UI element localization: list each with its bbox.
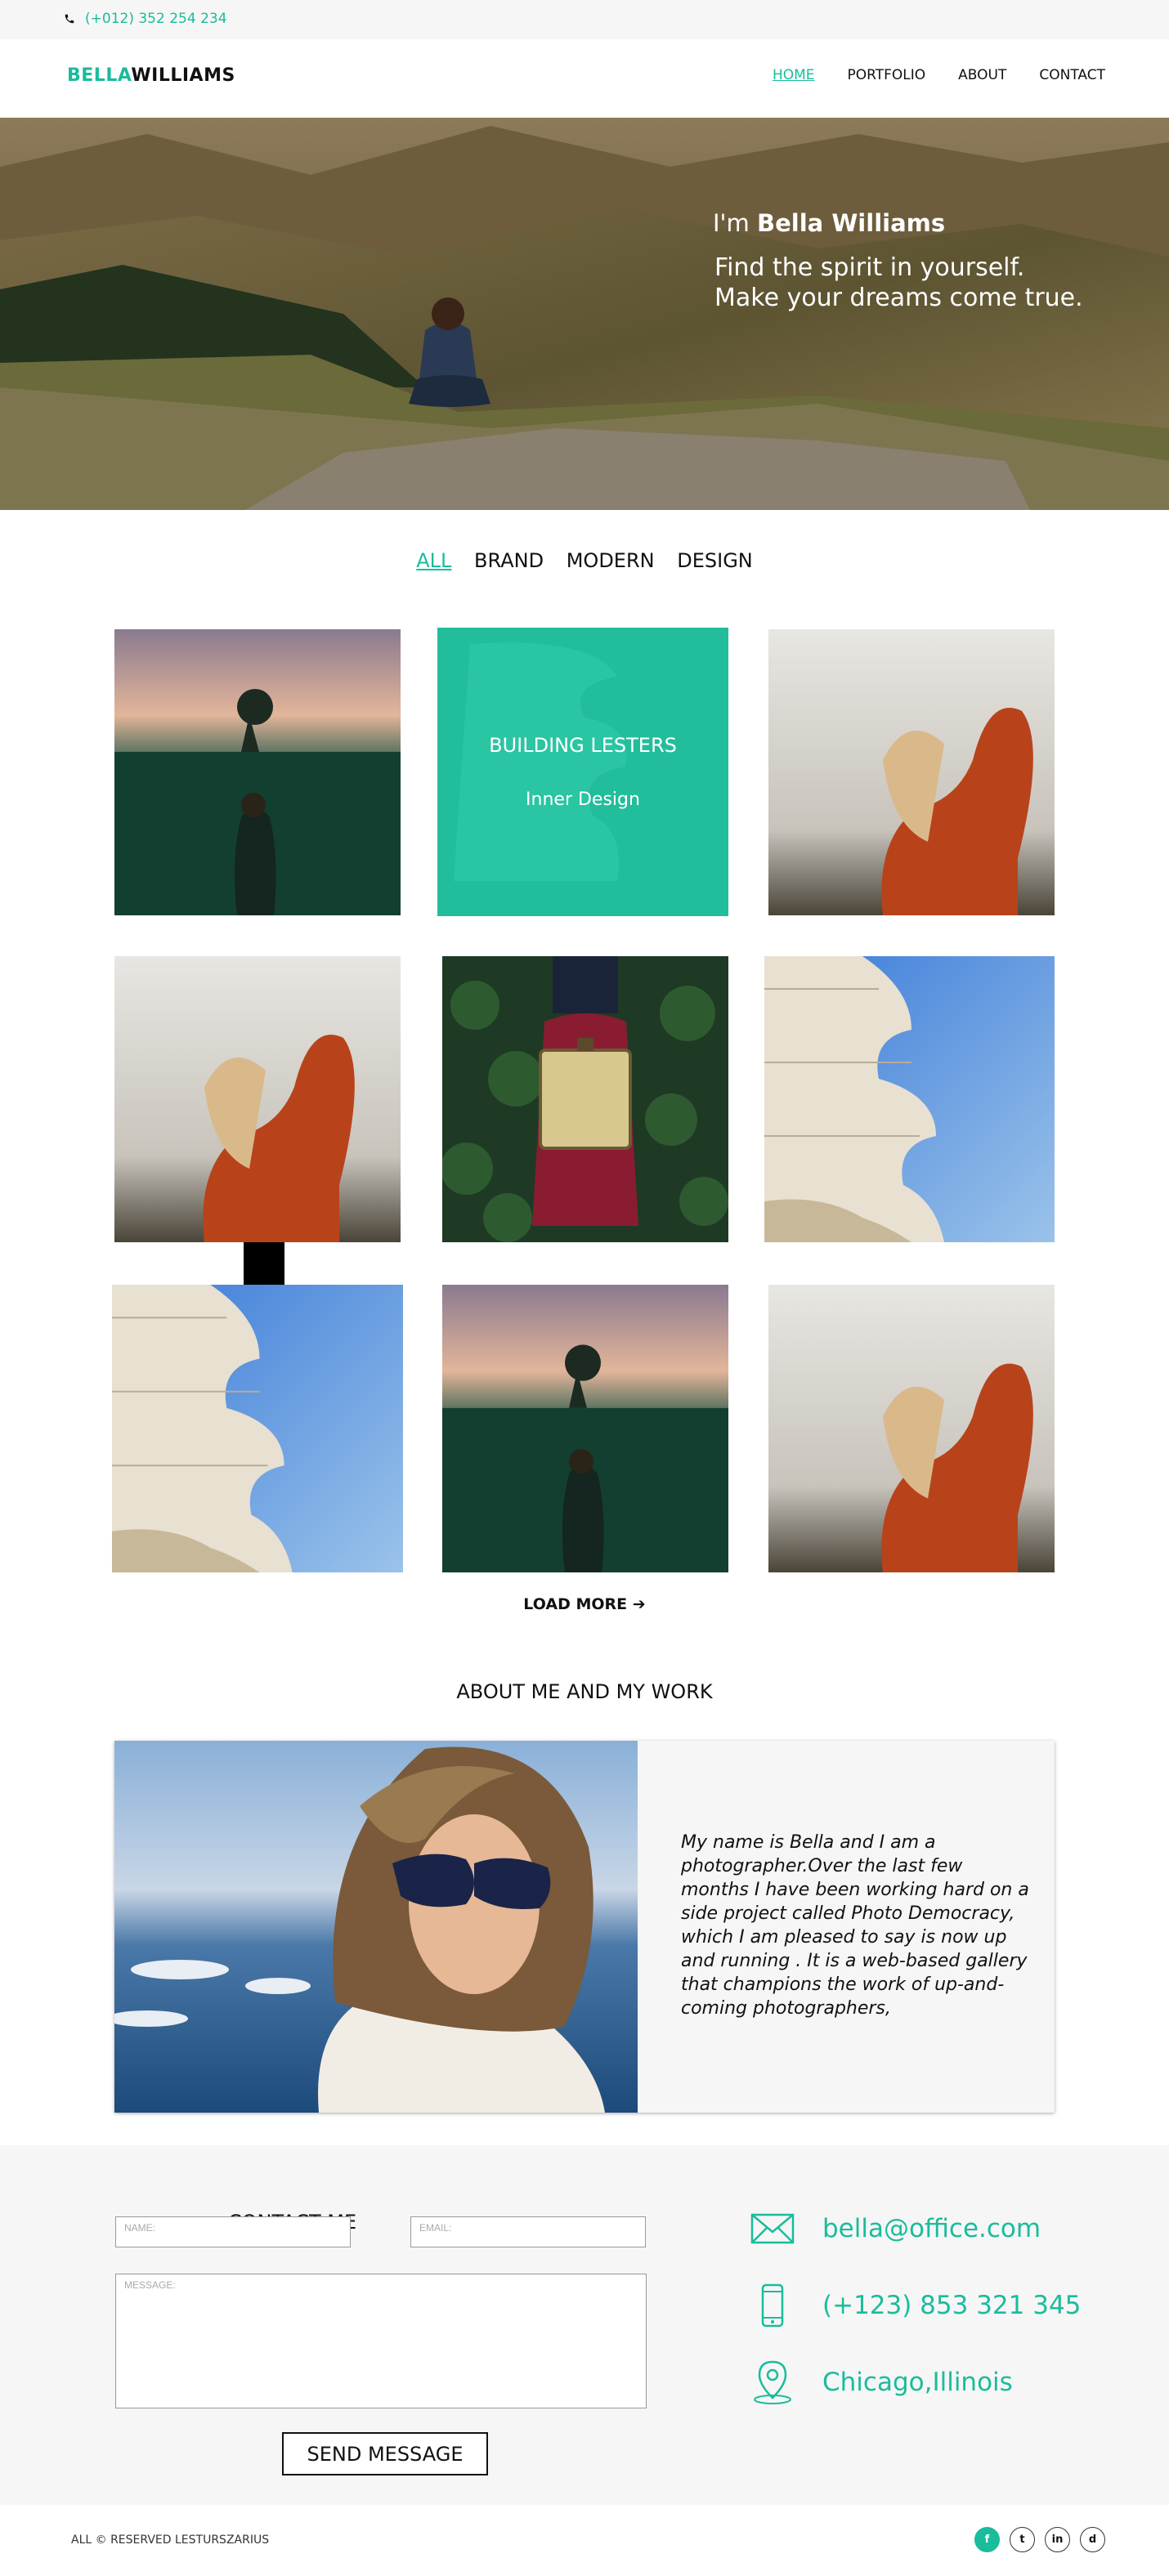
about-title: ABOUT ME AND MY WORK — [456, 1680, 713, 1703]
hero-mountain-image — [0, 118, 1169, 510]
gallery-item-building-overlay[interactable]: BUILDING LESTERS Inner Design — [437, 628, 728, 916]
hero-banner: I'm Bella Williams Find the spirit in yo… — [0, 118, 1169, 510]
nav-about[interactable]: ABOUT — [958, 67, 1006, 83]
black-bar — [244, 1242, 284, 1288]
phone-icon — [65, 14, 74, 24]
contact-phone: (+123) 853 321 345 — [749, 2282, 1081, 2329]
overlay-subtitle: Inner Design — [526, 789, 640, 810]
nav-contact[interactable]: CONTACT — [1039, 67, 1105, 83]
site-header: BELLAWILLIAMS HOME PORTFOLIO ABOUT CONTA… — [0, 39, 1169, 118]
portrait-photo — [114, 956, 401, 1242]
gallery-item-building[interactable] — [764, 956, 1055, 1242]
load-more-label: LOAD MORE — [523, 1595, 628, 1613]
contact-location: Chicago,Illinois — [749, 2359, 1013, 2406]
suitcase-photo — [442, 956, 728, 1242]
gallery-overlay: BUILDING LESTERS Inner Design — [437, 628, 728, 916]
site-footer: ALL © RESERVED LESTURSZARIUS f t in d — [0, 2505, 1169, 2576]
mobile-phone-icon — [761, 2283, 784, 2328]
dribbble-icon[interactable]: d — [1080, 2527, 1105, 2552]
brand-first-name: BELLA — [67, 65, 132, 86]
nav-home[interactable]: HOME — [773, 67, 815, 83]
map-pin-icon — [754, 2360, 791, 2404]
email-placeholder: EMAIL: — [419, 2222, 452, 2234]
envelope-icon — [750, 2213, 795, 2244]
portrait-photo — [768, 629, 1055, 915]
gallery-item-field-2[interactable] — [442, 1285, 728, 1572]
filter-design[interactable]: DESIGN — [677, 549, 753, 572]
gallery-item-portrait[interactable] — [768, 629, 1055, 915]
email-input[interactable]: EMAIL: — [410, 2216, 646, 2247]
send-message-button[interactable]: SEND MESSAGE — [282, 2432, 488, 2475]
field-photo — [442, 1285, 728, 1572]
portfolio-filters: ALL BRAND MODERN DESIGN — [0, 549, 1169, 572]
arrow-right-icon: ➔ — [632, 1595, 646, 1613]
field-photo — [114, 629, 401, 915]
message-placeholder: MESSAGE: — [124, 2279, 176, 2291]
portrait-photo — [768, 1285, 1055, 1572]
brand-logo[interactable]: BELLAWILLIAMS — [67, 65, 235, 86]
gallery-item-field[interactable] — [114, 629, 401, 915]
about-card: My name is Bella and I am a photographer… — [114, 1741, 1055, 2113]
overlay-title: BUILDING LESTERS — [489, 734, 677, 757]
hero-intro-prefix: I'm — [713, 209, 750, 237]
contact-location-text: Chicago,Illinois — [822, 2368, 1013, 2397]
hero-tagline-line1: Find the spirit in yourself. — [714, 253, 1025, 282]
top-phone-number[interactable]: (+012) 352 254 234 — [85, 11, 227, 27]
hero-name: Bella Williams — [757, 209, 946, 237]
copyright: ALL © RESERVED LESTURSZARIUS — [71, 2534, 270, 2547]
gallery-item-portrait-2[interactable] — [114, 956, 401, 1242]
message-textarea[interactable]: MESSAGE: — [115, 2274, 647, 2408]
top-phone: (+012) 352 254 234 — [64, 11, 227, 27]
gallery-item-building-2[interactable] — [112, 1285, 403, 1572]
about-text: My name is Bella and I am a photographer… — [681, 1832, 1029, 2019]
social-links: f t in d — [974, 2527, 1105, 2552]
gallery-item-portrait-3[interactable] — [768, 1285, 1055, 1572]
brand-last-name: WILLIAMS — [131, 65, 235, 86]
hero-tagline-line2: Make your dreams come true. — [714, 284, 1083, 312]
contact-email: bella@office.com — [749, 2205, 1041, 2252]
top-bar: (+012) 352 254 234 — [0, 0, 1169, 39]
woman-sunglasses-photo — [114, 1741, 638, 2113]
load-more-button[interactable]: LOAD MORE ➔ — [0, 1595, 1169, 1613]
nav-portfolio[interactable]: PORTFOLIO — [848, 67, 926, 83]
gallery-item-suitcase[interactable] — [442, 956, 728, 1242]
filter-brand[interactable]: BRAND — [474, 549, 544, 572]
hero-intro: I'm Bella Williams — [713, 209, 945, 237]
hero-tagline: Find the spirit in yourself. Make your d… — [714, 253, 1083, 313]
building-photo — [764, 956, 1055, 1242]
filter-all[interactable]: ALL — [416, 549, 451, 572]
facebook-icon[interactable]: f — [974, 2527, 1000, 2552]
contact-phone-text[interactable]: (+123) 853 321 345 — [822, 2291, 1081, 2320]
filter-modern[interactable]: MODERN — [567, 549, 655, 572]
linkedin-icon[interactable]: in — [1045, 2527, 1070, 2552]
name-placeholder: NAME: — [124, 2222, 156, 2234]
main-nav: HOME PORTFOLIO ABOUT CONTACT — [773, 67, 1105, 83]
about-photo — [114, 1741, 638, 2113]
twitter-icon[interactable]: t — [1010, 2527, 1035, 2552]
building-photo — [112, 1285, 403, 1572]
contact-email-text[interactable]: bella@office.com — [822, 2214, 1041, 2243]
name-input[interactable]: NAME: — [115, 2216, 351, 2247]
